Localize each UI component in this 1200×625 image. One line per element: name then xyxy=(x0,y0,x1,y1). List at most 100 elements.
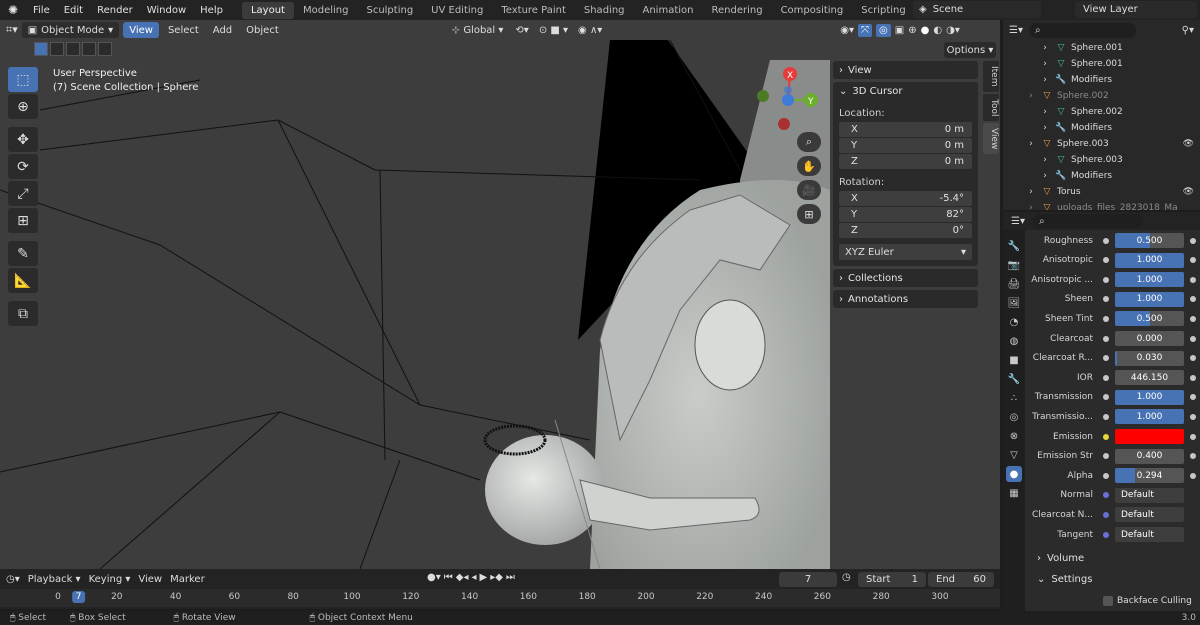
menu-window[interactable]: Window xyxy=(140,5,193,16)
expand-chevron-icon[interactable]: › xyxy=(1039,155,1051,165)
properties-search-input[interactable]: ⌕ xyxy=(1032,214,1143,228)
play-icon[interactable]: ▶ xyxy=(480,572,488,583)
menu-playback[interactable]: Playback ▾ xyxy=(28,574,81,585)
menu-file[interactable]: File xyxy=(26,5,57,16)
select-box-tool-icon[interactable]: ⬚ xyxy=(8,67,38,92)
property-value-field[interactable]: 1.000 xyxy=(1115,291,1184,307)
socket-icon[interactable] xyxy=(1103,394,1109,401)
socket-icon[interactable] xyxy=(1103,276,1109,283)
tab-texture-paint[interactable]: Texture Paint xyxy=(492,2,575,19)
scene-selector[interactable]: ◈ Scene xyxy=(913,1,1041,18)
visibility-icon[interactable]: ◉▾ xyxy=(840,25,854,36)
physics-tab-icon[interactable]: ◎ xyxy=(1006,409,1022,425)
socket-icon[interactable] xyxy=(1103,492,1109,499)
outliner-row[interactable]: › ▽ uploads_files_2823018_Ma xyxy=(1003,200,1200,210)
outliner-row[interactable]: › ▽ Sphere.001 xyxy=(1003,40,1200,56)
render-tab-icon[interactable]: 📷 xyxy=(1006,257,1022,273)
rotation-mode-dropdown[interactable]: XYZ Euler ▾ xyxy=(839,244,972,260)
collections-section[interactable]: › Collections xyxy=(833,269,978,287)
shading-rendered-icon[interactable]: ◑▾ xyxy=(946,25,960,36)
overlay-toggle-icon[interactable]: ◎ xyxy=(876,23,891,37)
menu-view[interactable]: View xyxy=(123,22,159,38)
select-invert-icon[interactable] xyxy=(82,42,96,56)
socket-icon[interactable] xyxy=(1103,355,1109,362)
socket-icon[interactable] xyxy=(1103,413,1109,420)
keyframe-dot-icon[interactable] xyxy=(1190,257,1196,264)
socket-icon[interactable] xyxy=(1103,335,1109,342)
menu-object[interactable]: Object xyxy=(241,25,284,36)
outliner-row[interactable]: › ▽ Sphere.001 xyxy=(1003,56,1200,72)
clock-icon[interactable]: ◷▾ xyxy=(6,574,20,585)
move-tool-icon[interactable]: ✥ xyxy=(8,127,38,152)
visibility-eye-icon[interactable]: 👁 xyxy=(1183,187,1194,197)
stopwatch-icon[interactable]: ◷ xyxy=(842,572,851,583)
socket-icon[interactable] xyxy=(1103,511,1109,518)
expand-chevron-icon[interactable]: › xyxy=(1039,123,1051,133)
property-value-field[interactable]: Default xyxy=(1115,487,1184,503)
expand-chevron-icon[interactable]: › xyxy=(1025,187,1037,197)
property-value-field[interactable]: Default xyxy=(1115,507,1184,523)
transform-tool-icon[interactable]: ⊞ xyxy=(8,208,38,233)
expand-chevron-icon[interactable]: › xyxy=(1039,43,1051,53)
property-value-field[interactable]: 1.000 xyxy=(1115,252,1184,268)
select-subtract-icon[interactable] xyxy=(66,42,80,56)
menu-render[interactable]: Render xyxy=(90,5,140,16)
socket-icon[interactable] xyxy=(1103,257,1109,264)
material-tab-icon[interactable]: ● xyxy=(1006,466,1022,482)
socket-icon[interactable] xyxy=(1103,315,1109,322)
backface-culling-checkbox[interactable]: Backface Culling xyxy=(1103,596,1192,606)
view-layer-selector[interactable]: View Layer xyxy=(1075,1,1197,18)
frame-ruler[interactable]: 0 7 20 40 60 80 100 120 140 160 180 200 220 240 260 280… xyxy=(0,589,1000,607)
keyframe-dot-icon[interactable] xyxy=(1190,315,1196,322)
outliner-row[interactable]: › 🔧 Modifiers xyxy=(1003,72,1200,88)
shading-solid-icon[interactable]: ● xyxy=(921,25,930,36)
expand-chevron-icon[interactable]: › xyxy=(1039,107,1051,117)
property-value-field[interactable]: 446.150 xyxy=(1115,370,1184,386)
menu-edit[interactable]: Edit xyxy=(57,5,90,16)
expand-chevron-icon[interactable]: › xyxy=(1039,171,1051,181)
tab-view[interactable]: View xyxy=(983,122,999,155)
menu-keying[interactable]: Keying ▾ xyxy=(89,574,131,585)
cursor-tool-icon[interactable]: ⊕ xyxy=(8,94,38,119)
playhead-frame-label[interactable]: 7 xyxy=(71,591,86,603)
location-x-field[interactable]: X 0 m xyxy=(839,122,972,137)
tab-modeling[interactable]: Modeling xyxy=(294,2,358,19)
keyframe-dot-icon[interactable] xyxy=(1190,276,1196,283)
keyframe-dot-icon[interactable] xyxy=(1190,472,1196,479)
keyframe-dot-icon[interactable] xyxy=(1190,413,1196,420)
tab-uv-editing[interactable]: UV Editing xyxy=(422,2,492,19)
keyframe-dot-icon[interactable] xyxy=(1190,237,1196,244)
keyframe-dot-icon[interactable] xyxy=(1190,355,1196,362)
orientation-dropdown[interactable]: ⊹ Global ▾ xyxy=(452,25,504,36)
object-tab-icon[interactable]: ■ xyxy=(1006,352,1022,368)
tab-tool[interactable]: Tool xyxy=(983,93,999,121)
menu-add[interactable]: Add xyxy=(208,25,237,36)
outliner-row[interactable]: › ▽ Sphere.002 xyxy=(1003,104,1200,120)
socket-icon[interactable] xyxy=(1103,433,1109,440)
editor-type-icon[interactable]: ☰▾ xyxy=(1011,216,1025,227)
tab-layout[interactable]: Layout xyxy=(241,1,294,19)
mode-dropdown[interactable]: ▣ Object Mode ▾ xyxy=(21,22,120,38)
keyframe-dot-icon[interactable] xyxy=(1190,335,1196,342)
expand-chevron-icon[interactable]: › xyxy=(1025,91,1037,101)
location-y-field[interactable]: Y 0 m xyxy=(839,138,972,153)
tab-shading[interactable]: Shading xyxy=(575,2,634,19)
texture-tab-icon[interactable]: ▦ xyxy=(1006,485,1022,501)
property-value-field[interactable]: 0.000 xyxy=(1115,331,1184,346)
location-z-field[interactable]: Z 0 m xyxy=(839,154,972,169)
end-frame-field[interactable]: End 60 xyxy=(928,572,994,587)
expand-chevron-icon[interactable]: › xyxy=(1039,75,1051,85)
tab-sculpting[interactable]: Sculpting xyxy=(357,2,422,19)
scale-tool-icon[interactable]: ⤢ xyxy=(8,181,38,206)
menu-select[interactable]: Select xyxy=(163,25,204,36)
camera-icon[interactable]: 🎥 xyxy=(797,180,821,200)
emission-color-swatch[interactable] xyxy=(1115,429,1184,444)
tab-scripting[interactable]: Scripting xyxy=(852,2,914,19)
3d-cursor-header[interactable]: ⌄ 3D Cursor xyxy=(833,82,978,100)
zoom-icon[interactable]: ⌕ xyxy=(797,132,821,152)
ortho-grid-icon[interactable]: ⊞ xyxy=(797,204,821,224)
property-value-field[interactable]: 0.294 xyxy=(1115,468,1184,484)
modifier-tab-icon[interactable]: 🔧 xyxy=(1006,371,1022,387)
blender-logo-icon[interactable]: ✺ xyxy=(0,3,26,17)
select-intersect-icon[interactable] xyxy=(98,42,112,56)
